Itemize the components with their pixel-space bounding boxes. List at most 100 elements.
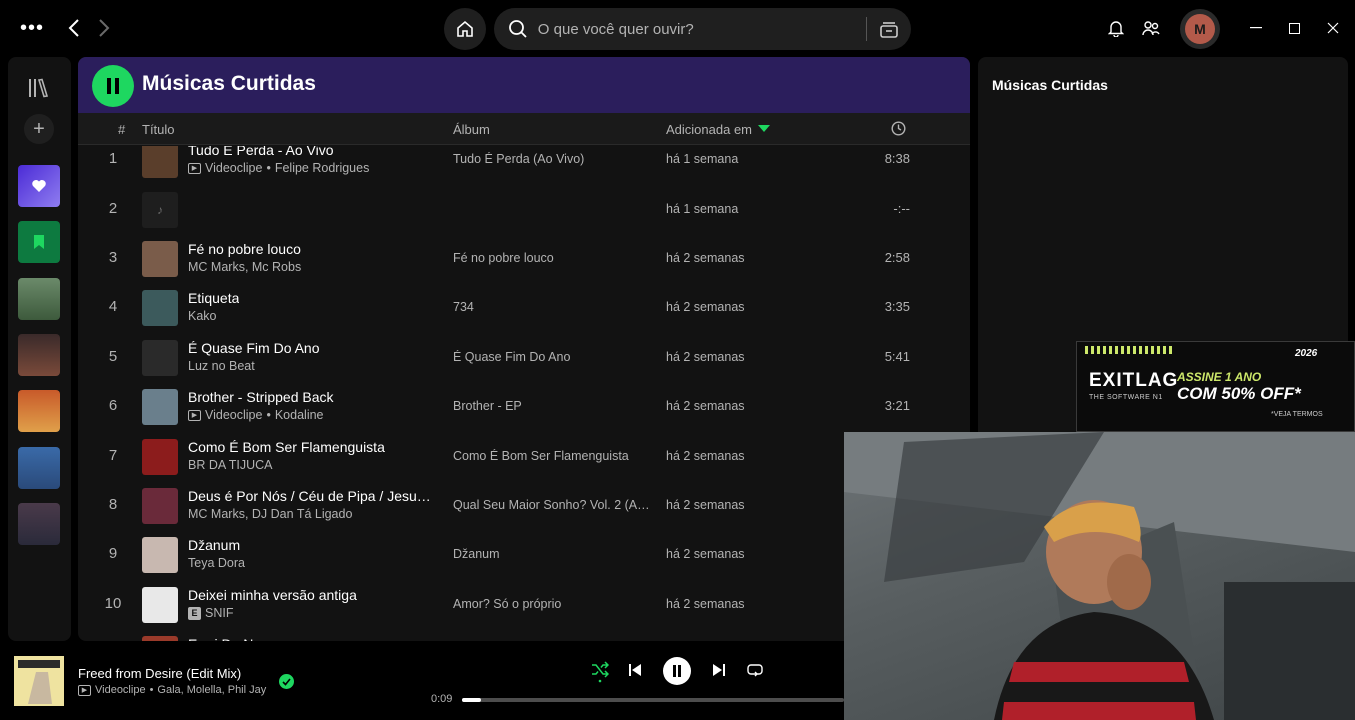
playlist-thumbnail-3[interactable] xyxy=(18,390,60,432)
track-added-date: há 2 semanas xyxy=(666,300,745,314)
progress-bar[interactable] xyxy=(462,698,844,702)
ad-banner[interactable]: 2026 EXITLAG THE SOFTWARE N1 ASSINE 1 AN… xyxy=(1076,341,1355,432)
create-playlist-button[interactable]: + xyxy=(24,114,54,144)
track-album[interactable]: Brother - EP xyxy=(453,399,522,413)
ad-headline-1: ASSINE 1 ANO xyxy=(1177,370,1262,384)
friend-activity-icon[interactable] xyxy=(1139,14,1163,42)
track-album[interactable]: Amor? Só o próprio xyxy=(453,597,561,611)
notifications-bell-icon[interactable] xyxy=(1104,14,1128,42)
playlist-thumbnail-4[interactable] xyxy=(18,447,60,489)
table-row[interactable]: 3 Fé no pobre louco MC Marks, Mc Robs Fé no… xyxy=(78,235,970,284)
playlist-thumbnail-5[interactable] xyxy=(18,503,60,545)
track-added-date: há 2 semanas xyxy=(666,597,745,611)
liked-songs-thumbnail[interactable] xyxy=(18,165,60,207)
track-title[interactable]: Etiqueta xyxy=(188,290,239,306)
video-clip-icon: ▶ xyxy=(188,162,201,174)
track-thumbnail[interactable] xyxy=(142,488,178,524)
track-artist[interactable]: Kodaline xyxy=(275,408,324,422)
table-row[interactable]: 6 Brother - Stripped Back ▶ Videoclipe • Koda… xyxy=(78,383,970,432)
track-thumbnail[interactable] xyxy=(142,290,178,326)
playlist-thumbnail-1[interactable] xyxy=(18,278,60,320)
elapsed-time: 0:09 xyxy=(431,693,453,705)
track-artist-line: Luz no Beat xyxy=(188,359,255,373)
track-title[interactable]: Fé no pobre louco xyxy=(188,241,301,257)
track-title[interactable]: Deixei minha versão antiga xyxy=(188,587,357,603)
track-album[interactable]: É Quase Fim Do Ano xyxy=(453,350,570,364)
now-playing-cover[interactable] xyxy=(14,656,64,706)
track-added-date: há 2 semanas xyxy=(666,449,745,463)
track-artist[interactable]: Felipe Rodrigues xyxy=(275,161,370,175)
table-row[interactable]: 5 É Quase Fim Do Ano Luz no Beat É Quase Fi… xyxy=(78,334,970,383)
table-row[interactable]: 10 Deixei minha versão antiga E SNIF Amor? S… xyxy=(78,581,970,630)
column-title[interactable]: Título xyxy=(142,122,175,137)
track-title[interactable]: Tudo É Perda - Ao Vivo xyxy=(188,146,334,158)
track-artist[interactable]: MC Marks, Mc Robs xyxy=(188,260,301,274)
profile-button[interactable]: M xyxy=(1180,9,1220,49)
table-row[interactable]: 8 Deus é Por Nós / Céu de Pipa / Jesus ..… xyxy=(78,482,970,531)
saved-episodes-thumbnail[interactable] xyxy=(18,221,60,263)
track-thumbnail[interactable] xyxy=(142,146,178,178)
shuffle-icon[interactable] xyxy=(590,660,610,684)
track-album[interactable]: Fé no pobre louco xyxy=(453,251,554,265)
playlist-thumbnail-2[interactable] xyxy=(18,334,60,376)
maximize-window-icon[interactable] xyxy=(1280,14,1308,42)
track-title[interactable]: Džanum xyxy=(188,537,240,553)
table-row[interactable]: 1 Tudo É Perda - Ao Vivo ▶ Videoclipe • Felip… xyxy=(78,146,970,185)
track-album[interactable]: 734 xyxy=(453,300,474,314)
now-playing-title[interactable]: Freed from Desire (Edit Mix) xyxy=(78,666,241,681)
track-artist[interactable]: BR DA TIJUCA xyxy=(188,458,273,472)
track-thumbnail[interactable] xyxy=(142,340,178,376)
table-row[interactable]: 11Errei De NovoErrei De Novohá 2 semanas xyxy=(78,630,970,641)
more-menu-icon[interactable]: ••• xyxy=(18,14,46,42)
table-row[interactable]: 7 Como É Bom Ser Flamenguista BR DA TIJUCA… xyxy=(78,433,970,482)
track-album[interactable]: Džanum xyxy=(453,547,500,561)
track-album[interactable]: Como É Bom Ser Flamenguista xyxy=(453,449,629,463)
library-icon[interactable] xyxy=(24,73,54,103)
track-album[interactable]: Tudo É Perda (Ao Vivo) xyxy=(453,152,584,166)
table-row[interactable]: 4 Etiqueta Kako 734 há 2 semanas 3:35 xyxy=(78,284,970,333)
column-added[interactable]: Adicionada em xyxy=(666,122,752,137)
webcam-image xyxy=(844,432,1355,720)
close-window-icon[interactable] xyxy=(1319,14,1347,42)
track-thumbnail[interactable] xyxy=(142,636,178,641)
track-artist[interactable]: Kako xyxy=(188,309,217,323)
previous-track-icon[interactable] xyxy=(626,660,644,680)
track-thumbnail[interactable] xyxy=(142,439,178,475)
track-title[interactable]: Deus é Por Nós / Céu de Pipa / Jesus ... xyxy=(188,488,433,504)
track-added-date: há 1 semana xyxy=(666,202,739,216)
next-track-icon[interactable] xyxy=(710,660,728,680)
search-input[interactable] xyxy=(537,20,857,38)
track-thumbnail[interactable] xyxy=(142,587,178,623)
track-added-date: há 2 semanas xyxy=(666,399,745,413)
track-artist[interactable]: Teya Dora xyxy=(188,556,245,570)
browse-icon[interactable] xyxy=(867,19,911,39)
track-title[interactable]: Brother - Stripped Back xyxy=(188,389,334,405)
table-row[interactable]: 2 ♪ há 1 semana -:-- xyxy=(78,186,970,235)
pause-button[interactable] xyxy=(92,65,134,107)
now-playing-artist-line: ▶ Videoclipe • Gala, Molella, Phil Jay xyxy=(78,684,266,696)
column-album[interactable]: Álbum xyxy=(453,122,490,137)
track-artist[interactable]: SNIF xyxy=(205,606,233,620)
play-pause-button[interactable] xyxy=(663,657,691,685)
now-playing-artists[interactable]: Gala, Molella, Phil Jay xyxy=(157,684,266,696)
track-thumbnail[interactable] xyxy=(142,241,178,277)
track-title[interactable]: Errei De Novo xyxy=(188,636,276,641)
table-row[interactable]: 9 Džanum Teya Dora Džanum há 2 semanas xyxy=(78,531,970,580)
track-artist-line: MC Marks, Mc Robs xyxy=(188,260,301,274)
home-button[interactable] xyxy=(444,8,486,50)
track-thumbnail[interactable] xyxy=(142,389,178,425)
track-artist[interactable]: Luz no Beat xyxy=(188,359,255,373)
track-title[interactable]: Como É Bom Ser Flamenguista xyxy=(188,439,385,455)
added-to-library-check-icon[interactable] xyxy=(279,674,294,689)
track-thumbnail[interactable] xyxy=(142,537,178,573)
track-album[interactable]: Qual Seu Maior Sonho? Vol. 2 (Ao ... xyxy=(453,498,651,512)
back-button[interactable] xyxy=(60,14,88,42)
now-playing-type: Videoclipe xyxy=(95,684,146,696)
minimize-window-icon[interactable] xyxy=(1242,14,1270,42)
forward-button[interactable] xyxy=(90,14,118,42)
repeat-icon[interactable] xyxy=(745,660,765,680)
track-title[interactable]: É Quase Fim Do Ano xyxy=(188,340,320,356)
track-artist[interactable]: MC Marks, DJ Dan Tá Ligado xyxy=(188,507,352,521)
track-added-date: há 2 semanas xyxy=(666,498,745,512)
track-thumbnail[interactable]: ♪ xyxy=(142,192,178,228)
